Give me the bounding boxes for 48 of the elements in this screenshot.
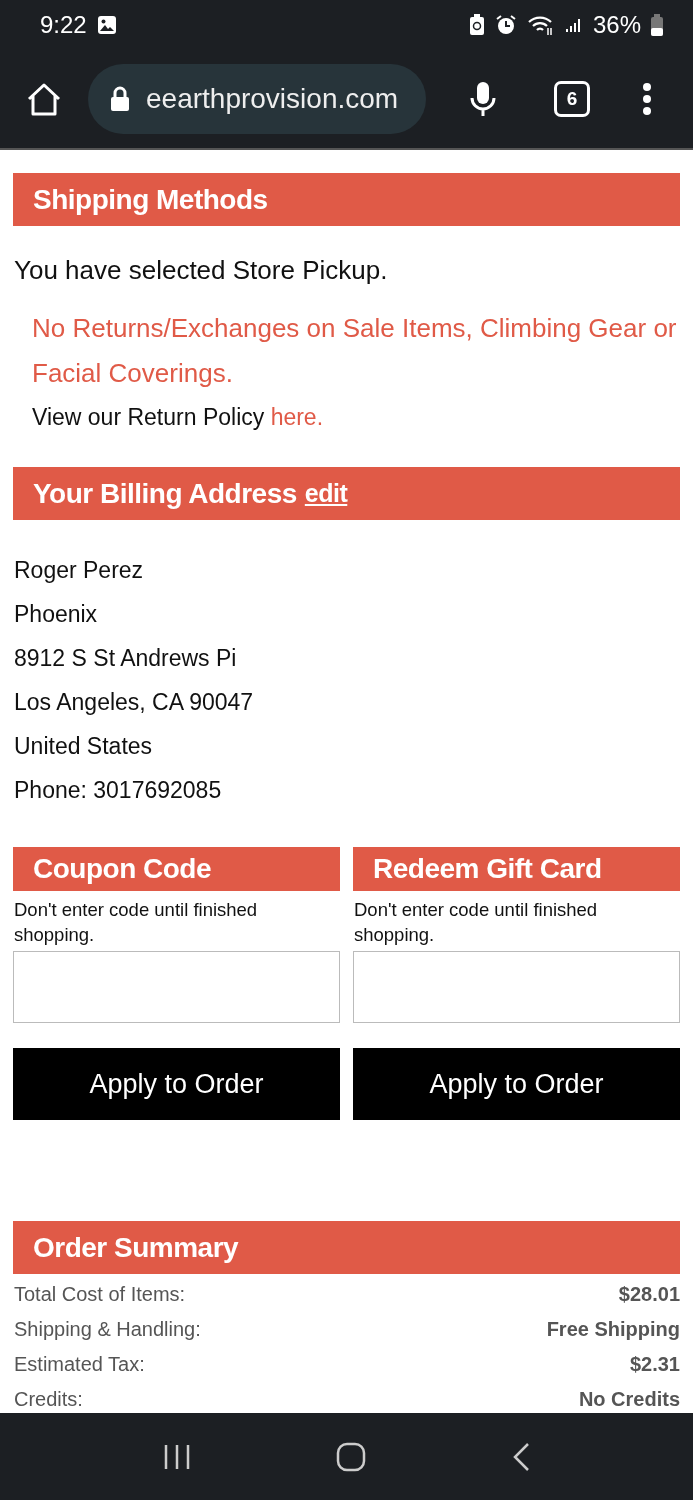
image-icon (96, 15, 117, 35)
hint-text: Don't enter code until finished shopping. (14, 898, 259, 947)
code-input-field[interactable] (13, 951, 340, 1023)
here-link[interactable]: here. (270, 404, 324, 430)
address-line: Phone: 3017692085 (14, 776, 223, 805)
section-heading: Shipping Methods (13, 173, 680, 226)
summary-value: No Credits (578, 1387, 680, 1412)
pickup-message: You have selected Store Pickup. (14, 255, 389, 286)
section-heading: Coupon Code (13, 847, 340, 891)
edit-link[interactable]: edit (304, 479, 348, 508)
summary-label: Shipping & Handling: (14, 1317, 201, 1342)
summary-label: Estimated Tax: (14, 1352, 145, 1377)
address-line: Phoenix (14, 600, 99, 629)
recent-apps-icon[interactable] (162, 1442, 191, 1471)
signal-icon (564, 16, 583, 34)
address-line: United States (14, 732, 154, 761)
lock-icon (110, 86, 130, 112)
summary-value: Free Shipping (546, 1317, 680, 1342)
wifi-icon (526, 14, 555, 36)
hint-text: Don't enter code until finished shopping. (354, 898, 599, 947)
summary-label: Credits: (14, 1387, 83, 1412)
url-text: eearthprovision.com (146, 83, 399, 115)
address-line: 8912 S St Andrews Pi (14, 644, 238, 673)
section-heading: Order Summary (13, 1221, 680, 1274)
back-icon[interactable] (512, 1441, 531, 1472)
summary-label: Total Cost of Items: (14, 1282, 186, 1307)
address-line: Roger Perez (14, 556, 145, 585)
microphone-icon[interactable] (470, 81, 496, 117)
clock-time: 9:22 (40, 11, 87, 39)
code-input-field[interactable] (353, 951, 680, 1023)
heading-text: Your Billing Address (33, 477, 297, 510)
tab-count-button[interactable]: 6 (554, 81, 590, 117)
apply-button[interactable]: Apply to Order (13, 1048, 340, 1120)
apply-button[interactable]: Apply to Order (353, 1048, 680, 1120)
return-policy-text: View our Return Policy here. (32, 404, 325, 431)
summary-value: $2.31 (629, 1352, 680, 1377)
home-button-icon[interactable] (336, 1441, 367, 1472)
section-heading: Redeem Gift Card (353, 847, 680, 891)
battery-percent: 36% (592, 11, 641, 39)
home-icon[interactable] (26, 82, 62, 116)
battery-saver-icon (468, 14, 485, 36)
address-bar[interactable]: eearthprovision.com (88, 64, 426, 134)
alarm-icon (494, 14, 517, 36)
more-options-icon[interactable] (642, 83, 652, 115)
address-line: Los Angeles, CA 90047 (14, 688, 255, 717)
battery-icon (651, 14, 663, 36)
returns-notice: No Returns/Exchanges on Sale Items, Climbing Gear or Facial Coverings. (32, 312, 678, 390)
summary-value: $28.01 (618, 1282, 680, 1307)
